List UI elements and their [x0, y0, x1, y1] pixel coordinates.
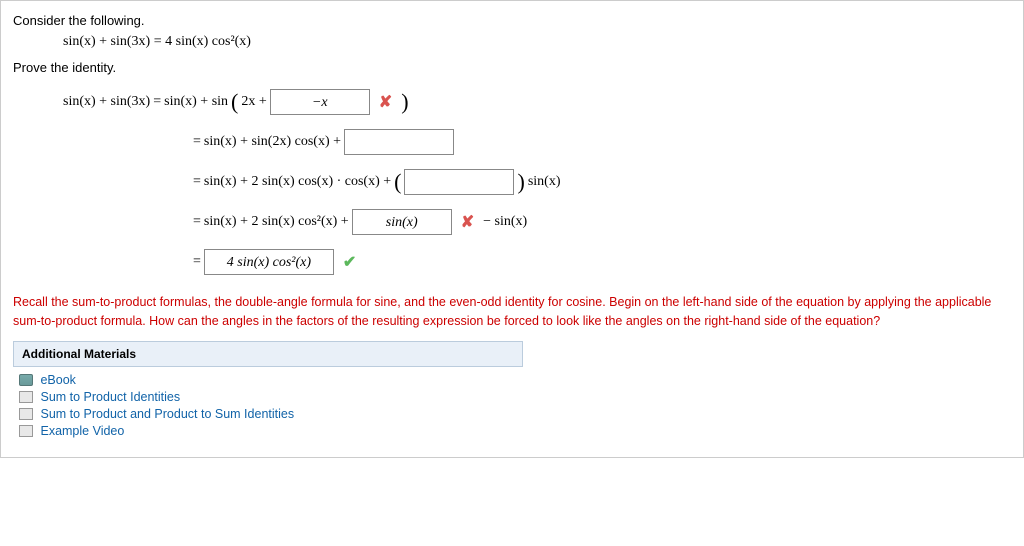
- book-icon: [19, 374, 33, 386]
- page-icon: [19, 425, 33, 437]
- answer-input-4[interactable]: sin(x): [352, 209, 452, 235]
- line1-eq: =: [153, 94, 161, 110]
- paren-open-icon: (: [394, 169, 401, 195]
- wrong-mark-icon: ✘: [379, 92, 392, 112]
- given-equation: sin(x) + sin(3x) = 4 sin(x) cos²(x): [63, 34, 1011, 50]
- materials-item-sum-to-product: Sum to Product Identities: [19, 390, 1011, 404]
- example-video-link[interactable]: Example Video: [40, 424, 124, 438]
- sum-product-both-link[interactable]: Sum to Product and Product to Sum Identi…: [40, 407, 294, 421]
- line4-text-a: sin(x) + 2 sin(x) cos²(x) +: [204, 214, 349, 230]
- proof-line-5: = 4 sin(x) cos²(x) ✔: [193, 249, 1011, 275]
- correct-mark-icon: ✔: [343, 252, 356, 272]
- ebook-link[interactable]: eBook: [40, 373, 75, 387]
- materials-item-ebook: eBook: [19, 373, 1011, 387]
- line2-text: sin(x) + sin(2x) cos(x) +: [204, 134, 341, 150]
- prove-label: Prove the identity.: [13, 60, 1011, 75]
- proof-line-2: = sin(x) + sin(2x) cos(x) +: [193, 129, 1011, 155]
- line5-eq: =: [193, 254, 201, 270]
- materials-list: eBook Sum to Product Identities Sum to P…: [13, 373, 1011, 445]
- line4-eq: =: [193, 214, 201, 230]
- line3-tail: sin(x): [528, 174, 561, 190]
- answer-input-2[interactable]: [344, 129, 454, 155]
- line2-eq: =: [193, 134, 201, 150]
- question-container: Consider the following. sin(x) + sin(3x)…: [0, 0, 1024, 458]
- answer-input-3[interactable]: [404, 169, 514, 195]
- wrong-mark-icon: ✘: [461, 212, 474, 232]
- proof-line-4: = sin(x) + 2 sin(x) cos²(x) + sin(x) ✘ −…: [193, 209, 1011, 235]
- line4-tail: − sin(x): [483, 214, 527, 230]
- paren-open-icon: (: [231, 89, 238, 115]
- materials-item-video: Example Video: [19, 424, 1011, 438]
- line3-text-a: sin(x) + 2 sin(x) cos(x) · cos(x) +: [204, 174, 391, 190]
- prompt-text: Consider the following.: [13, 13, 1011, 28]
- line3-eq: =: [193, 174, 201, 190]
- answer-input-5[interactable]: 4 sin(x) cos²(x): [204, 249, 334, 275]
- paren-close-icon: ): [517, 169, 524, 195]
- page-icon: [19, 408, 33, 420]
- line1-rhs-b: 2x +: [241, 94, 266, 110]
- sum-to-product-link[interactable]: Sum to Product Identities: [40, 390, 180, 404]
- line1-rhs-a: sin(x) + sin: [164, 94, 228, 110]
- paren-close-icon: ): [401, 89, 408, 115]
- materials-header: Additional Materials: [13, 341, 523, 367]
- proof-line-3: = sin(x) + 2 sin(x) cos(x) · cos(x) + ( …: [193, 169, 1011, 195]
- answer-input-1[interactable]: −x: [270, 89, 370, 115]
- line1-lhs: sin(x) + sin(3x): [63, 94, 150, 110]
- page-icon: [19, 391, 33, 403]
- hint-text: Recall the sum-to-product formulas, the …: [13, 293, 1011, 331]
- materials-item-sum-product-both: Sum to Product and Product to Sum Identi…: [19, 407, 1011, 421]
- proof-line-1: sin(x) + sin(3x) = sin(x) + sin ( 2x + −…: [63, 89, 1011, 115]
